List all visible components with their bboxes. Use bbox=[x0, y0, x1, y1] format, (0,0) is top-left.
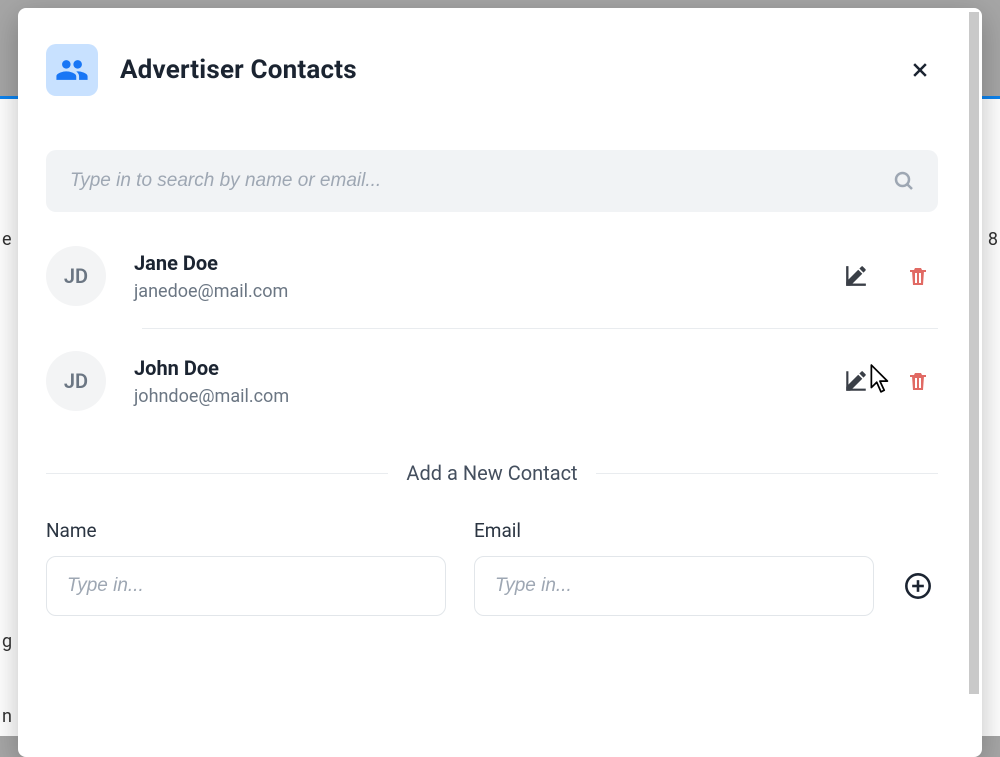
contact-row: JD John Doe johndoe@mail.com bbox=[142, 328, 938, 427]
advertiser-contacts-modal: Advertiser Contacts JD Jane Doe janedoe@… bbox=[18, 8, 982, 757]
contact-name: Jane Doe bbox=[134, 251, 814, 275]
edit-button[interactable] bbox=[842, 367, 870, 395]
add-contact-divider: Add a New Contact bbox=[46, 461, 938, 485]
close-icon bbox=[910, 60, 930, 80]
contact-email: johndoe@mail.com bbox=[134, 386, 814, 407]
avatar: JD bbox=[46, 246, 106, 306]
edit-icon bbox=[843, 263, 869, 289]
edit-button[interactable] bbox=[842, 262, 870, 290]
add-contact-button[interactable] bbox=[902, 570, 934, 602]
name-input[interactable] bbox=[46, 556, 446, 616]
scrollbar[interactable] bbox=[969, 12, 979, 753]
contact-info: John Doe johndoe@mail.com bbox=[134, 356, 814, 407]
email-label: Email bbox=[474, 519, 874, 542]
contact-info: Jane Doe janedoe@mail.com bbox=[134, 251, 814, 302]
add-contact-heading: Add a New Contact bbox=[406, 461, 577, 485]
contact-list: JD Jane Doe janedoe@mail.com JD bbox=[46, 246, 938, 427]
row-actions bbox=[842, 262, 938, 290]
delete-button[interactable] bbox=[904, 262, 932, 290]
bg-char: e bbox=[2, 229, 12, 250]
edit-icon bbox=[843, 368, 869, 394]
bg-char: g bbox=[2, 631, 12, 652]
search-icon bbox=[892, 169, 916, 193]
modal-header: Advertiser Contacts bbox=[46, 44, 938, 96]
close-button[interactable] bbox=[902, 52, 938, 88]
trash-icon bbox=[906, 368, 930, 394]
search-input[interactable] bbox=[46, 150, 938, 212]
plus-circle-icon bbox=[904, 572, 932, 600]
contact-name: John Doe bbox=[134, 356, 814, 380]
email-input[interactable] bbox=[474, 556, 874, 616]
bg-char: 8 bbox=[988, 229, 998, 250]
name-label: Name bbox=[46, 519, 446, 542]
contacts-icon bbox=[46, 44, 98, 96]
modal-title: Advertiser Contacts bbox=[120, 55, 880, 85]
name-field: Name bbox=[46, 519, 446, 616]
contact-email: janedoe@mail.com bbox=[134, 281, 814, 302]
delete-button[interactable] bbox=[904, 367, 932, 395]
email-field: Email bbox=[474, 519, 874, 616]
search-bar bbox=[46, 150, 938, 212]
trash-icon bbox=[906, 263, 930, 289]
add-contact-form: Name Email bbox=[46, 519, 938, 616]
scrollbar-thumb[interactable] bbox=[969, 12, 979, 694]
row-actions bbox=[842, 367, 938, 395]
search-button[interactable] bbox=[886, 163, 922, 199]
contact-row: JD Jane Doe janedoe@mail.com bbox=[46, 246, 938, 328]
avatar: JD bbox=[46, 351, 106, 411]
bg-char: n bbox=[2, 706, 12, 727]
